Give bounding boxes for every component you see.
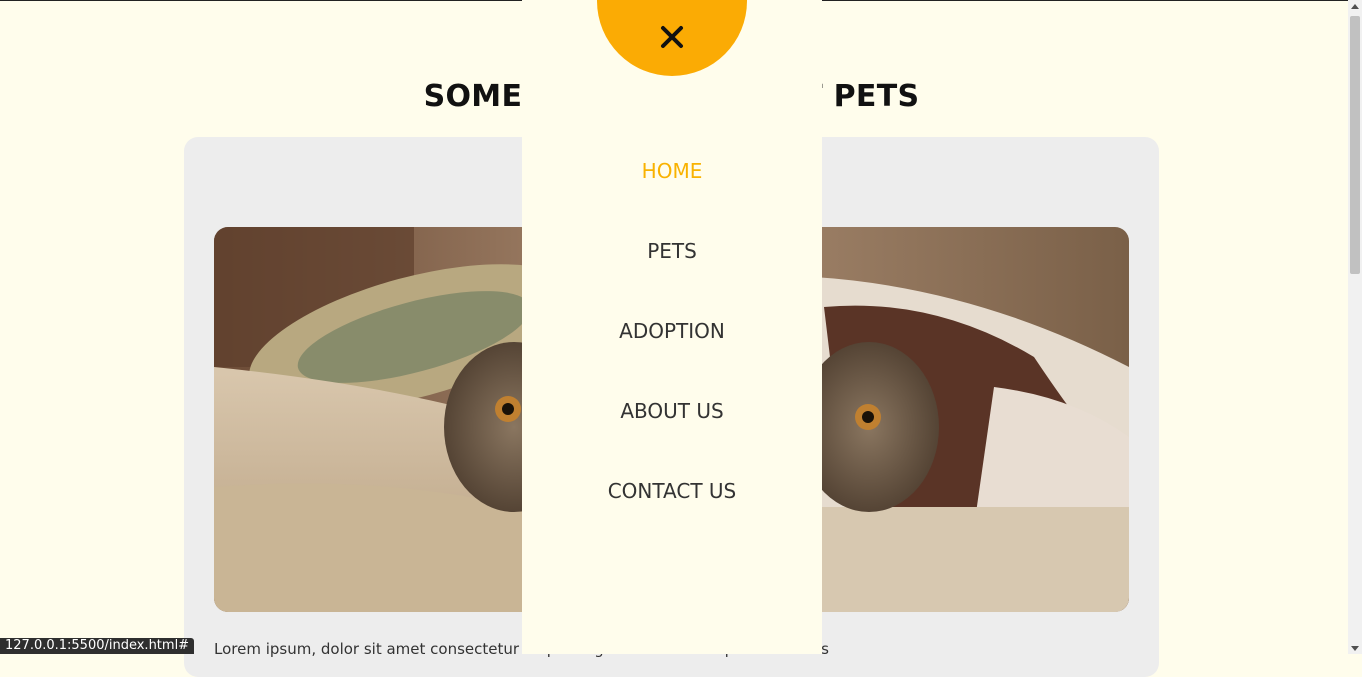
- nav-item-contact-us[interactable]: CONTACT US: [522, 471, 822, 551]
- nav-item-home[interactable]: HOME: [522, 151, 822, 231]
- nav-item-about-us[interactable]: ABOUT US: [522, 391, 822, 471]
- scroll-down-arrow-icon[interactable]: [1351, 646, 1359, 651]
- nav-item-label[interactable]: PETS: [647, 231, 697, 271]
- scroll-up-arrow-icon[interactable]: [1351, 4, 1359, 9]
- status-bar-url: 127.0.0.1:5500/index.html#: [0, 638, 195, 654]
- nav-item-adoption[interactable]: ADOPTION: [522, 311, 822, 391]
- close-icon[interactable]: [659, 24, 685, 50]
- nav-item-label[interactable]: HOME: [642, 151, 703, 191]
- nav-item-label[interactable]: ADOPTION: [619, 311, 725, 351]
- nav-item-label[interactable]: ABOUT US: [620, 391, 723, 431]
- nav-item-label[interactable]: CONTACT US: [608, 471, 737, 511]
- nav-menu-list: HOME PETS ADOPTION ABOUT US CONTACT US: [522, 151, 822, 551]
- scrollbar-thumb[interactable]: [1350, 16, 1360, 274]
- nav-item-pets[interactable]: PETS: [522, 231, 822, 311]
- nav-menu-panel: HOME PETS ADOPTION ABOUT US CONTACT US: [522, 0, 822, 654]
